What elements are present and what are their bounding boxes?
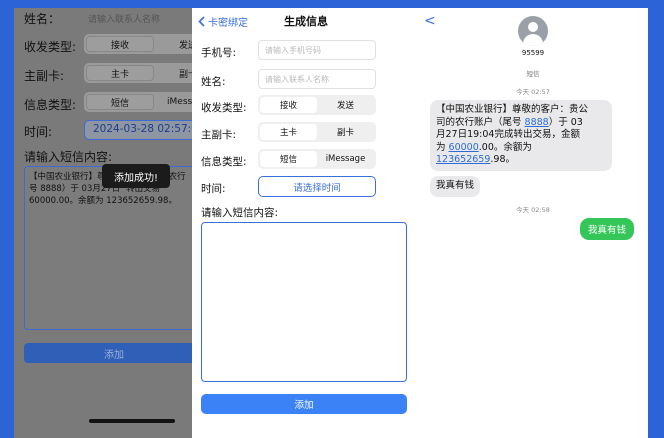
msgtype-segment[interactable]: 短信 iMessage (84, 92, 192, 112)
page-title: 生成信息 (284, 15, 328, 28)
content-textarea[interactable]: 【中国农业银行】尊司的农行 号 8888）于 03月27日转出交易 60000.… (24, 166, 192, 330)
msgtype-sms[interactable]: 短信 (86, 94, 154, 110)
type-receive[interactable]: 接收 (86, 36, 154, 52)
add-button[interactable]: 添加 (201, 394, 407, 414)
back-label: 卡密绑定 (208, 18, 248, 29)
message-line: 【中国农业银行】尊敬的客户：贵公 (436, 104, 589, 115)
content-line: 【中国农业银行】尊 (29, 172, 106, 182)
type-segment[interactable]: 接收 发送 (258, 95, 376, 115)
type-label: 收发类型: (201, 102, 247, 114)
card-main[interactable]: 主卡 (260, 124, 317, 140)
number-link[interactable]: 123652659 (436, 154, 490, 165)
type-receive[interactable]: 接收 (260, 97, 317, 113)
phone-label: 手机号: (201, 47, 237, 59)
incoming-message: 【中国农业银行】尊敬的客户：贵公 司的农行账户（尾号 8888）于 03 月27… (430, 100, 612, 171)
select-time-button[interactable]: 请选择时间 (258, 176, 376, 197)
card-sub[interactable]: 副卡 (317, 124, 374, 140)
phone-input[interactable]: 请输入手机号码 (258, 40, 376, 60)
chevron-left-icon (198, 16, 205, 27)
timestamp: 今天 02:57 (516, 88, 550, 96)
type-send[interactable]: 发送 (154, 36, 192, 52)
name-label: 姓名: (201, 76, 226, 88)
type-segment[interactable]: 接收 发送 (84, 34, 192, 54)
card-segment[interactable]: 主卡 副卡 (84, 63, 192, 83)
message-text: 为 (436, 141, 449, 153)
time-label: 时间: (24, 125, 53, 139)
msgtype-segment[interactable]: 短信 iMessage (258, 149, 376, 169)
chevron-left-icon[interactable]: < (424, 13, 436, 29)
name-input[interactable]: 请输入联系人名称 (88, 12, 160, 25)
msgtype-imessage[interactable]: iMessage (154, 94, 192, 110)
content-label: 请输入短信内容: (24, 150, 113, 164)
card-segment[interactable]: 主卡 副卡 (258, 122, 376, 142)
content-line: 60000.00。余额为 123652659.98。 (29, 196, 177, 206)
contact-name[interactable]: 95599 (418, 49, 648, 57)
left-panel: 姓名： 请输入联系人名称 收发类型: 接收 发送 主副卡: 主卡 副卡 信息类型… (14, 8, 192, 438)
number-link[interactable]: 8888 (525, 117, 549, 128)
card-label: 主副卡: (201, 129, 237, 141)
msgtype-label: 信息类型: (24, 98, 77, 112)
message-text: .98。 (490, 154, 516, 165)
back-button[interactable]: 卡密绑定 (198, 14, 248, 29)
home-indicator (89, 419, 175, 423)
card-main[interactable]: 主卡 (86, 65, 154, 81)
avatar[interactable] (518, 16, 548, 46)
time-field[interactable]: 2024-03-28 02:57:03 (84, 120, 192, 140)
content-label: 请输入短信内容: (201, 207, 279, 219)
time-label: 时间: (201, 183, 226, 195)
card-sub[interactable]: 副卡 (154, 65, 192, 81)
frame-edge (648, 8, 664, 438)
content-textarea[interactable] (201, 222, 407, 382)
message-line: 月27日19:04完成转出交易，金额 (436, 129, 580, 140)
name-label: 姓名： (24, 12, 61, 26)
msgtype-imessage[interactable]: iMessage (317, 151, 374, 167)
person-icon (528, 22, 538, 32)
middle-panel: 卡密绑定 生成信息 手机号: 请输入手机号码 姓名: 请输入联系人名称 收发类型… (192, 8, 418, 438)
number-link[interactable]: 60000 (449, 142, 479, 153)
name-input[interactable]: 请输入联系人名称 (258, 69, 376, 89)
msgtype-label: 信息类型: (201, 156, 247, 168)
incoming-reply: 我真有钱 (430, 176, 481, 197)
conversation-type: 短信 (526, 70, 540, 78)
add-button[interactable]: 添加 (24, 343, 192, 363)
message-text: .00。余额为 (478, 141, 532, 153)
timestamp: 今天 02:58 (516, 206, 550, 214)
outgoing-message: 我真有钱 (580, 218, 635, 240)
card-label: 主副卡: (24, 69, 65, 83)
msgtype-sms[interactable]: 短信 (260, 151, 317, 167)
message-text: 司的农行账户（尾号 (436, 116, 525, 128)
type-label: 收发类型: (24, 40, 77, 54)
success-toast: 添加成功! (102, 164, 170, 188)
message-text: ）于 03 (548, 116, 583, 128)
right-panel: < 95599 短信 今天 02:57 【中国农业银行】尊敬的客户：贵公 司的农… (418, 8, 648, 438)
type-send[interactable]: 发送 (317, 97, 374, 113)
